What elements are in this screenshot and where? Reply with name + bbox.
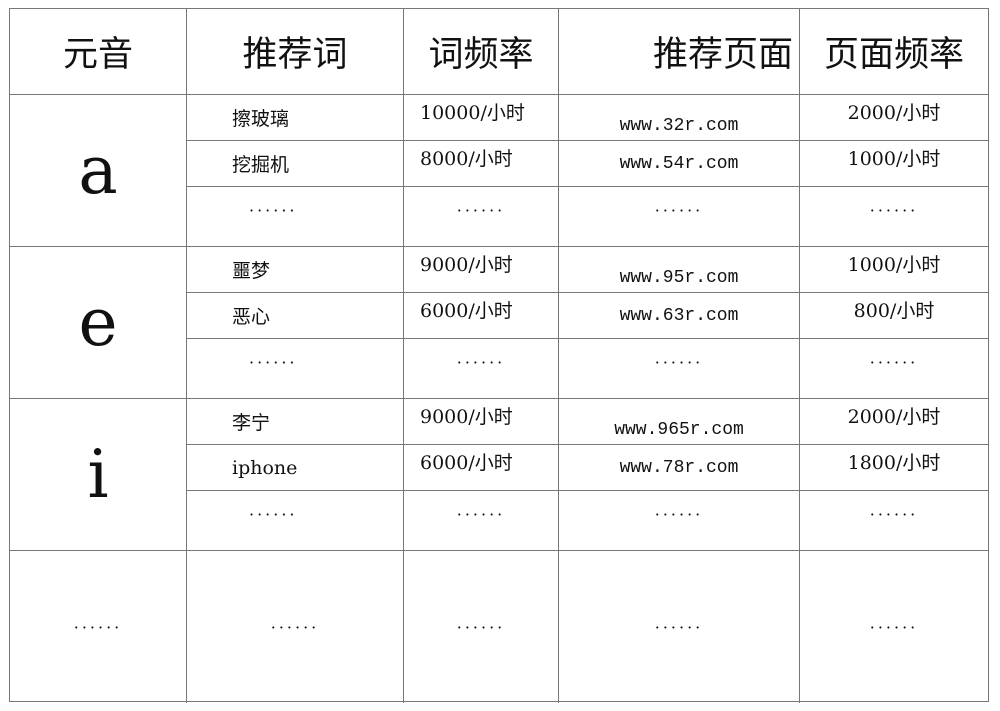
page-frequency: 800/小时	[800, 293, 988, 339]
header-page-freq: 页面频率	[800, 9, 988, 95]
ellipsis-cell: ······	[559, 551, 800, 703]
page-frequency: 2000/小时	[800, 399, 988, 445]
header-word: 推荐词	[187, 9, 404, 95]
vowel-cell: i	[10, 399, 187, 551]
recommended-page: www.32r.com	[559, 95, 800, 141]
recommended-page: www.965r.com	[559, 399, 800, 445]
page-frequency: 1000/小时	[800, 247, 988, 293]
recommended-page: ······	[559, 491, 800, 551]
recommended-word: ······	[187, 491, 404, 551]
page-frequency: 2000/小时	[800, 95, 988, 141]
vowel-recommendation-table: 元音 推荐词 词频率 推荐页面 页面频率 a 擦玻璃 10000/小时 www.32r.com 2…	[9, 8, 989, 703]
recommended-page: www.54r.com	[559, 141, 800, 187]
word-frequency: 6000/小时	[404, 293, 559, 339]
vowel-cell: a	[10, 95, 187, 247]
word-frequency: ······	[404, 187, 559, 247]
word-frequency: ······	[404, 491, 559, 551]
ellipsis-cell: ······	[10, 551, 187, 703]
recommended-page: www.95r.com	[559, 247, 800, 293]
page-frequency: ······	[800, 491, 988, 551]
recommended-word: 挖掘机	[187, 141, 404, 187]
recommended-word: ······	[187, 187, 404, 247]
recommended-word: 李宁	[187, 399, 404, 445]
recommended-page: www.63r.com	[559, 293, 800, 339]
word-frequency: ······	[404, 339, 559, 399]
page-frequency: 1800/小时	[800, 445, 988, 491]
word-frequency: 9000/小时	[404, 399, 559, 445]
recommended-word: 噩梦	[187, 247, 404, 293]
recommended-word: 擦玻璃	[187, 95, 404, 141]
recommended-page: ······	[559, 339, 800, 399]
page-frequency: 1000/小时	[800, 141, 988, 187]
ellipsis-cell: ······	[187, 551, 404, 703]
ellipsis-cell: ······	[404, 551, 559, 703]
word-frequency: 8000/小时	[404, 141, 559, 187]
recommended-page: www.78r.com	[559, 445, 800, 491]
page-frequency: ······	[800, 339, 988, 399]
ellipsis-cell: ······	[869, 617, 919, 637]
recommended-word: ······	[187, 339, 404, 399]
word-frequency: 9000/小时	[404, 247, 559, 293]
page-frequency: ······	[800, 187, 988, 247]
word-frequency: 10000/小时	[404, 95, 559, 141]
header-word-freq: 词频率	[404, 9, 559, 95]
header-page: 推荐页面	[559, 9, 800, 95]
word-frequency: 6000/小时	[404, 445, 559, 491]
header-vowel: 元音	[10, 9, 187, 95]
recommended-word: 恶心	[187, 293, 404, 339]
recommended-page: ······	[559, 187, 800, 247]
recommended-word: iphone	[187, 445, 404, 491]
vowel-cell: e	[10, 247, 187, 399]
